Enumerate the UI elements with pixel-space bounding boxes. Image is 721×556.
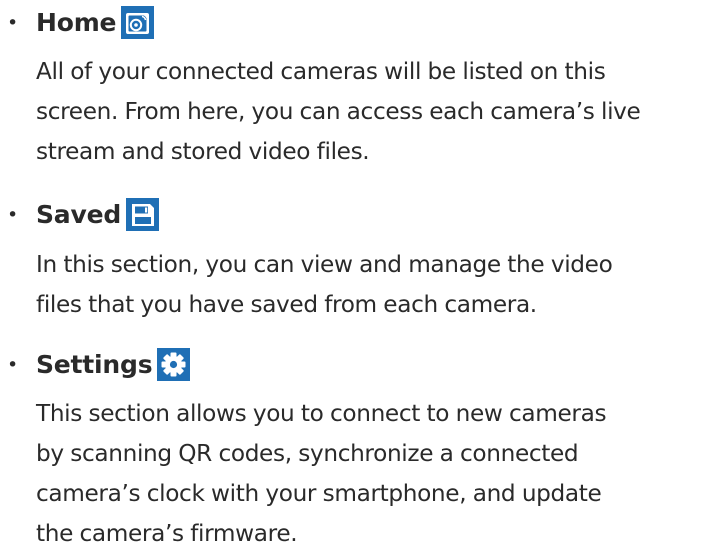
description-line: camera’s clock with your smartphone, and…: [36, 480, 602, 507]
gear-icon: [157, 347, 191, 381]
bullet: •: [7, 354, 19, 376]
description-line: This section allows you to connect to ne…: [36, 400, 607, 427]
description-line: the camera’s firmware.: [36, 520, 298, 547]
bullet: •: [7, 12, 19, 34]
section-description-settings: This section allows you to connect to ne…: [36, 394, 720, 554]
section-heading-saved: Saved: [36, 196, 160, 232]
section-description-home: All of your connected cameras will be li…: [36, 52, 720, 172]
save-disk-icon: [126, 197, 160, 231]
section-heading-home: Home: [36, 4, 155, 40]
section-title-home: Home: [36, 7, 117, 37]
bullet: •: [7, 204, 19, 226]
section-description-saved: In this section, you can view and manage…: [36, 245, 720, 325]
section-title-saved: Saved: [36, 199, 122, 229]
description-line: by scanning QR codes, synchronize a conn…: [36, 440, 579, 467]
home-camera-icon: [121, 5, 155, 39]
description-line: stream and stored video files.: [36, 138, 370, 165]
section-title-settings: Settings: [36, 349, 153, 379]
section-heading-settings: Settings: [36, 346, 191, 382]
description-line: In this section, you can view and manage…: [36, 251, 613, 278]
help-document: • Home All of your connected cameras wil…: [0, 0, 721, 556]
description-line: All of your connected cameras will be li…: [36, 58, 606, 85]
description-line: files that you have saved from each came…: [36, 291, 537, 318]
description-line: screen. From here, you can access each c…: [36, 98, 641, 125]
